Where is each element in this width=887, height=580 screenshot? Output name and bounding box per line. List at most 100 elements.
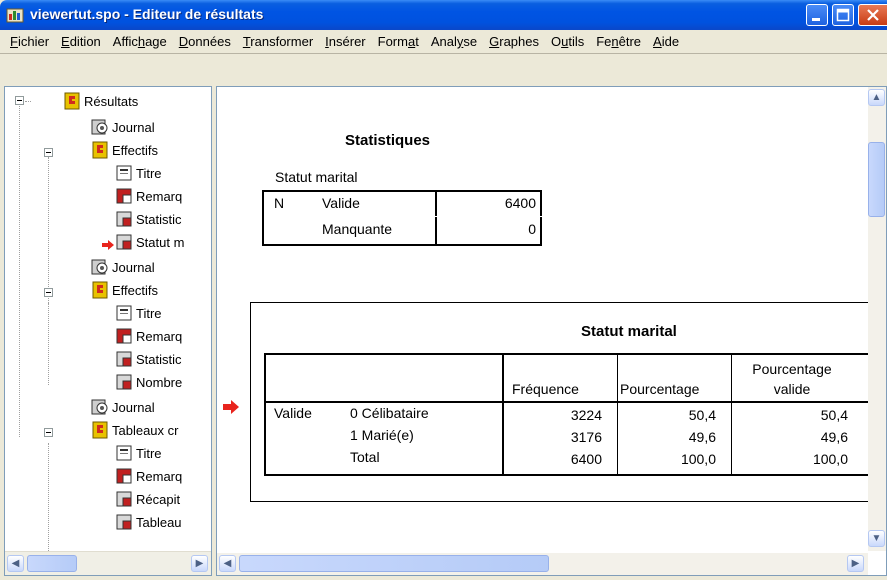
frequency-title: Statut marital [581,323,677,340]
tree-item-remarques[interactable]: Remarq [115,185,182,207]
menu-inserer[interactable]: Insérer [319,34,371,49]
statistics-title: Statistiques [345,132,431,149]
tree-item-journal-2[interactable]: Journal [91,256,155,278]
tree-item-recapitulatif[interactable]: Récapit [115,488,180,510]
tree-item-resultats[interactable]: Résultats [63,90,138,112]
tree-item-journal[interactable]: Journal [91,116,155,138]
collapse-toggle[interactable] [44,428,53,437]
book-icon [92,141,108,159]
window-title: viewertut.spo - Editeur de résultats [30,6,264,22]
maximize-button[interactable] [832,4,854,26]
menu-fenetre[interactable]: Fenêtre [590,34,647,49]
tree-item-titre-3[interactable]: Titre [115,442,162,464]
outline-tree: Résultats Journal Effectifs Titre Remarq… [5,87,211,557]
row-percent: 49,6 [688,429,716,445]
menu-aide[interactable]: Aide [647,34,685,49]
table-icon [116,211,132,227]
tree-item-effectifs-2[interactable]: Effectifs [91,279,158,301]
chevron-right-icon: ▶ [851,558,860,569]
scroll-right-button[interactable]: ▶ [847,555,864,572]
menu-graphes[interactable]: Graphes [483,34,545,49]
title-bar[interactable]: viewertut.spo - Editeur de résultats [0,0,887,30]
outline-horizontal-scrollbar[interactable]: ◀ ▶ [5,551,211,575]
menu-affichage[interactable]: Affichage [107,34,173,49]
menu-analyse[interactable]: Analyse [425,34,483,49]
tree-label: Remarq [136,468,183,484]
header-pourcentage: Pourcentage [620,381,700,397]
tree-label: Récapit [136,491,181,507]
tree-item-nombre[interactable]: Nombre [115,371,182,393]
menu-fichier[interactable]: Fichier [4,34,55,49]
table-icon [116,491,132,507]
collapse-toggle[interactable] [44,288,53,297]
menu-outils[interactable]: Outils [545,34,590,49]
title-icon [116,165,132,181]
table-gridline [266,401,886,403]
book-icon [64,92,80,110]
close-button[interactable] [858,4,887,26]
scroll-thumb[interactable] [239,555,549,572]
tree-item-titre-2[interactable]: Titre [115,302,162,324]
book-icon [92,281,108,299]
outline-pane[interactable]: Résultats Journal Effectifs Titre Remarq… [4,86,212,576]
statistics-layer-label: Statut marital [275,169,358,185]
menu-donnees[interactable]: Données [173,34,237,49]
tree-label: Tableaux cr [112,422,179,438]
tree-label: Statistic [136,351,182,367]
log-icon [91,119,108,135]
tree-item-statistiques[interactable]: Statistic [115,208,182,230]
scroll-left-button[interactable]: ◀ [7,555,24,572]
frequency-table-selection[interactable]: Statut marital Fréquence Pourcentage Pou… [250,302,886,502]
tree-connector [19,101,20,437]
frequency-table[interactable]: Fréquence Pourcentage Pourcentage valide… [264,353,886,476]
menu-transformer[interactable]: Transformer [237,34,319,49]
scroll-thumb[interactable] [868,142,885,217]
content-horizontal-scrollbar[interactable]: ◀ ▶ [217,553,868,575]
table-gridline [435,216,542,217]
minimize-button[interactable] [806,4,828,26]
tree-item-remarques-3[interactable]: Remarq [115,465,182,487]
menu-edition[interactable]: Edition [55,34,107,49]
tree-item-statistiques-2[interactable]: Statistic [115,348,182,370]
tree-item-journal-3[interactable]: Journal [91,396,155,418]
content-pane[interactable]: Statistiques Statut marital N Valide 640… [216,86,887,576]
row-percent: 50,4 [688,407,716,423]
row-frequency: 6400 [570,451,602,467]
tree-item-tableau[interactable]: Tableau [115,511,182,533]
scroll-up-button[interactable]: ▲ [868,89,885,106]
tree-item-effectifs[interactable]: Effectifs [91,139,158,161]
collapse-toggle[interactable] [44,148,53,157]
chevron-up-icon: ▲ [871,92,882,103]
scroll-down-button[interactable]: ▼ [868,530,885,547]
row-group-valide: Valide [274,405,312,421]
tree-item-tableaux-croises[interactable]: Tableaux cr [91,419,178,441]
tree-label: Remarq [136,328,183,344]
close-icon [867,9,879,21]
tree-item-statut-marital[interactable]: Statut m [115,231,184,253]
row-frequency: 3224 [570,407,602,423]
tree-label: Titre [136,165,162,181]
row-valid-percent: 100,0 [812,451,848,467]
menu-format[interactable]: Format [372,34,425,49]
scroll-thumb[interactable] [27,555,77,572]
stat-row-valide: Valide [322,195,360,211]
row-label: 1 Marié(e) [350,427,414,443]
stat-row-n: N [274,195,285,211]
stat-missing-value: 0 [528,221,536,237]
scroll-left-button[interactable]: ◀ [219,555,236,572]
content-vertical-scrollbar[interactable]: ▲ ▼ [868,87,886,551]
chevron-left-icon: ◀ [11,558,20,569]
row-label: 0 Célibataire [350,405,429,421]
header-frequence: Fréquence [512,381,579,397]
collapse-toggle[interactable] [15,96,24,105]
row-valid-percent: 49,6 [820,429,848,445]
notes-icon [116,468,132,484]
tree-item-remarques-2[interactable]: Remarq [115,325,182,347]
table-gridline [617,355,618,474]
scroll-right-button[interactable]: ▶ [191,555,208,572]
tree-label: Effectifs [112,282,159,298]
tree-item-titre[interactable]: Titre [115,162,162,184]
table-icon [116,234,132,250]
row-label: Total [350,449,380,465]
statistics-table[interactable]: N Valide 6400 Manquante 0 [262,190,542,246]
